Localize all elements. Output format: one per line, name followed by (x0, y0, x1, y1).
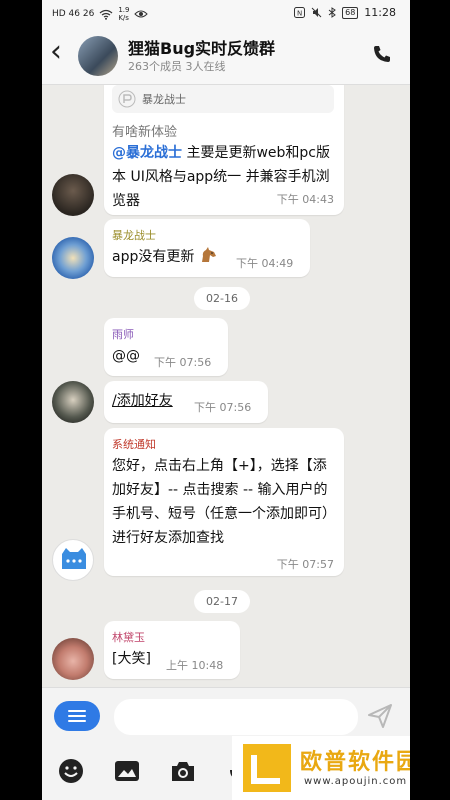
watermark-url: www.apoujin.com (304, 776, 408, 787)
command-text[interactable]: /添加好友 (112, 389, 173, 413)
battery-icon: 68 (342, 6, 359, 19)
mute-icon (311, 7, 322, 18)
mention-link[interactable]: @暴龙战士 (112, 145, 182, 161)
message-text: 您好，点击右上角【+】，选择【添加好友】-- 点击搜索 -- 输入用户的手机号、… (112, 458, 336, 546)
message-text: @@ (112, 348, 140, 364)
horse-emoji-icon (201, 247, 216, 262)
bluetooth-icon (328, 7, 336, 18)
message-text: app没有更新 (112, 245, 217, 269)
message-time: 上午 10:48 (166, 659, 224, 672)
watermark-text: 欧普软件园 (300, 750, 410, 775)
message-time: 下午 07:56 (194, 401, 252, 414)
back-arrow-icon[interactable]: ‹ (50, 37, 62, 67)
phone-call-icon[interactable] (372, 44, 392, 64)
avatar[interactable] (52, 174, 94, 216)
sender-name[interactable]: 暴龙战士 (112, 227, 156, 243)
group-title[interactable]: 狸猫Bug实时反馈群 (128, 35, 275, 59)
clock: 11:28 (364, 6, 396, 19)
message-bubble[interactable]: 雨师 @@ 下午 07:56 (104, 318, 228, 376)
sender-name[interactable]: 雨师 (112, 326, 134, 342)
hamburger-icon (68, 710, 86, 722)
nfc-icon: N (294, 7, 306, 18)
message-bubble[interactable]: /添加好友 下午 07:56 (104, 381, 268, 423)
message-time: 下午 07:56 (154, 356, 212, 369)
image-icon[interactable] (114, 758, 140, 784)
message-time: 下午 07:57 (276, 558, 334, 571)
watermark-mark (243, 744, 291, 792)
chat-header: ‹ 狸猫Bug实时反馈群 263个成员 3人在线 (42, 28, 410, 85)
camera-icon[interactable] (170, 758, 196, 784)
date-divider: 02-16 (194, 287, 250, 310)
message-input[interactable] (114, 699, 358, 735)
signal-info: HD 46 26 (52, 9, 95, 19)
status-bar: HD 46 26 1.9 K/s N 68 11:28 (42, 0, 410, 28)
message-bubble[interactable]: 暴龙战士 有啥新体验 @暴龙战士 主要是更新web和pc版本 UI风格与app统… (104, 85, 344, 215)
avatar[interactable] (52, 237, 94, 279)
wifi-icon (99, 9, 113, 20)
emoji-icon[interactable] (58, 758, 84, 784)
group-avatar[interactable] (78, 36, 118, 76)
menu-button[interactable] (54, 701, 100, 731)
net-speed: 1.9 K/s (118, 6, 130, 22)
group-subtitle: 263个成员 3人在线 (128, 60, 226, 73)
chat-bubble-icon (62, 548, 86, 569)
message-list[interactable]: 暴龙战士 有啥新体验 @暴龙战士 主要是更新web和pc版本 UI风格与app统… (42, 85, 410, 687)
sender-name[interactable]: 林黛玉 (112, 629, 145, 645)
eye-icon (134, 10, 149, 18)
status-left: HD 46 26 1.9 K/s (52, 6, 149, 22)
quote-text: 有啥新体验 (112, 125, 178, 140)
quote-sender: 暴龙战士 (142, 93, 186, 106)
message-bubble[interactable]: 暴龙战士 app没有更新 下午 04:49 (104, 219, 310, 277)
message-bubble[interactable]: 林黛玉 [大笑] 上午 10:48 (104, 621, 240, 679)
send-icon[interactable] (366, 702, 394, 730)
date-divider: 02-17 (194, 590, 250, 613)
avatar[interactable] (52, 381, 94, 423)
sender-name[interactable]: 系统通知 (112, 436, 156, 452)
quote-block: 暴龙战士 (112, 85, 334, 113)
input-bar (42, 687, 410, 743)
message-body: app没有更新 (112, 249, 195, 265)
quote-logo-icon (118, 90, 136, 108)
message-time: 下午 04:49 (236, 257, 294, 270)
system-avatar[interactable] (52, 539, 94, 581)
avatar[interactable] (52, 638, 94, 680)
status-right: N 68 11:28 (294, 6, 396, 19)
svg-text:N: N (297, 10, 302, 18)
message-bubble[interactable]: 系统通知 您好，点击右上角【+】，选择【添加好友】-- 点击搜索 -- 输入用户… (104, 428, 344, 576)
message-time: 下午 04:43 (276, 193, 334, 206)
message-text: [大笑] (112, 651, 151, 667)
watermark-logo: 欧普软件园 www.apoujin.com (232, 736, 410, 800)
phone-screen: HD 46 26 1.9 K/s N 68 11:28 ‹ 狸猫Bug实时反馈群… (42, 0, 410, 800)
